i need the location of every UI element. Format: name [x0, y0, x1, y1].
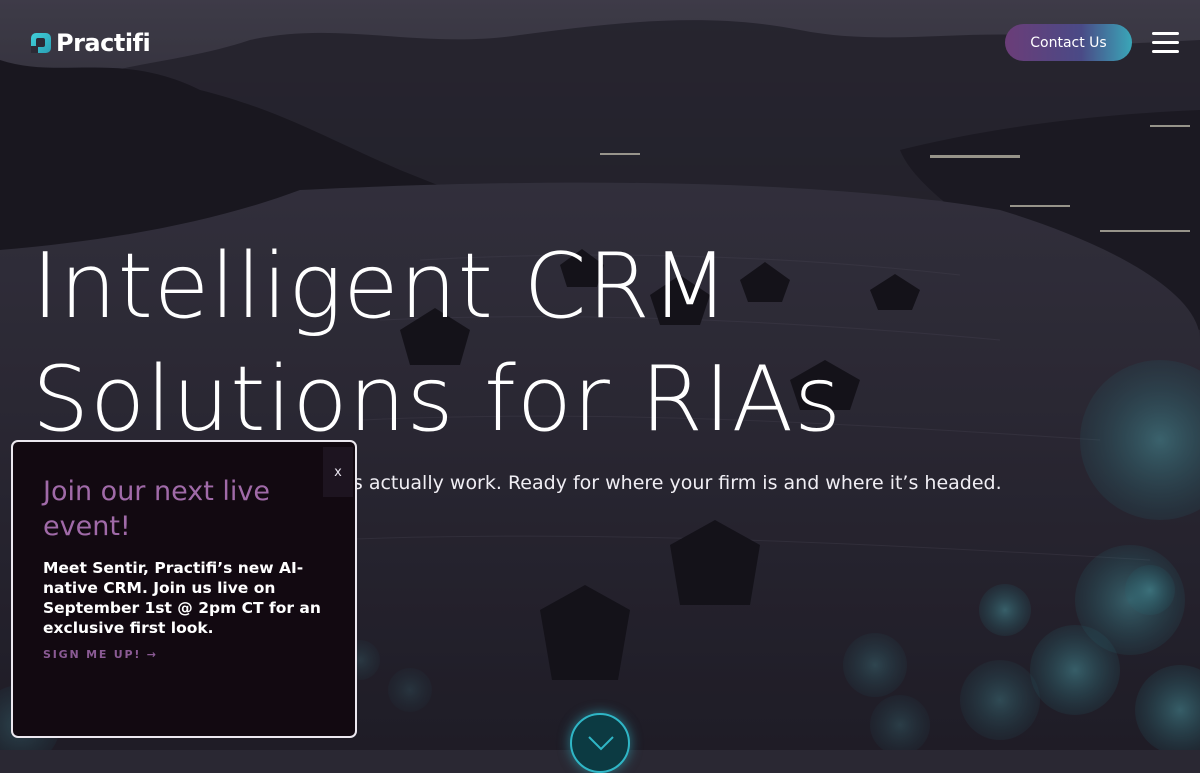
logo-text: Practifi [56, 29, 151, 57]
popup-close-button[interactable]: x [323, 447, 353, 497]
sign-me-up-link[interactable]: SIGN ME UP! → [43, 648, 158, 661]
popup-title: Join our next live event! [43, 476, 270, 542]
contact-us-button[interactable]: Contact Us [1005, 24, 1132, 61]
popup-body: Meet Sentir, Practifi’s new AI-native CR… [43, 559, 321, 637]
live-event-popup: x Join our next live event! Meet Sentir,… [11, 440, 357, 738]
hamburger-menu-icon[interactable] [1152, 32, 1179, 53]
practifi-logo-mark-icon [30, 32, 52, 54]
scroll-down-button[interactable] [570, 713, 630, 773]
practifi-logo[interactable]: Practifi [30, 29, 151, 57]
hero-title: Intelligent CRM Solutions for RIAs [32, 234, 843, 452]
chevron-down-icon [588, 736, 614, 751]
